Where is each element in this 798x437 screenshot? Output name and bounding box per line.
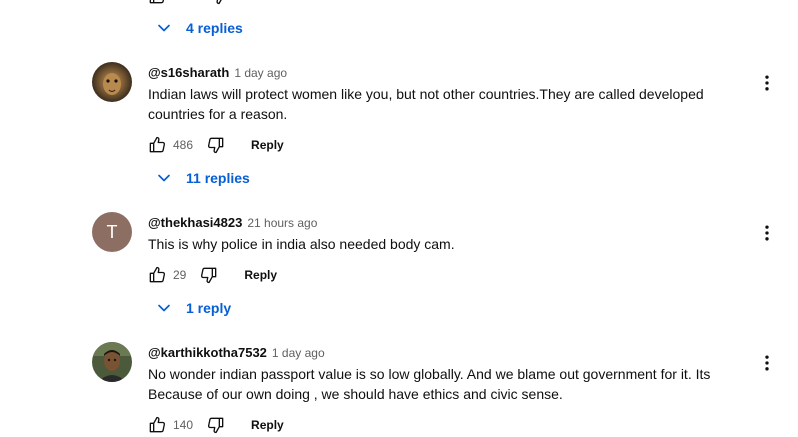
avatar[interactable]: T [92,212,132,252]
dislike-icon[interactable] [205,414,227,436]
comment-header: @s16sharath 1 day ago [148,65,287,80]
avatar[interactable] [92,342,132,382]
avatar-letter: T [106,221,118,242]
chevron-down-icon [158,24,170,32]
comment-author[interactable]: @s16sharath [148,65,229,80]
replies-label: 4 replies [186,20,243,36]
more-vert-icon [765,75,769,91]
comment-toolbar: 140 Reply [146,413,284,437]
reply-button[interactable]: Reply [244,268,277,282]
comment-toolbar: 486 Reply [146,133,284,157]
replies-label: 11 replies [186,170,250,186]
comment-toolbar: 29 Reply [146,263,277,287]
comment-time[interactable]: 1 day ago [234,66,287,80]
like-icon[interactable] [146,0,168,7]
dislike-icon[interactable] [205,134,227,156]
comment-author[interactable]: @karthikkotha7532 [148,345,267,360]
partial-toolbar [146,0,230,6]
reply-button[interactable]: Reply [251,418,284,432]
comment-time[interactable]: 1 day ago [272,346,325,360]
comment-text: Indian laws will protect women like you,… [148,86,704,122]
avatar[interactable] [92,62,132,102]
comment-header: @thekhasi4823 21 hours ago [148,215,317,230]
more-actions-button[interactable] [755,221,779,245]
chevron-down-icon [158,174,170,182]
comment-time[interactable]: 21 hours ago [247,216,317,230]
comment-header: @karthikkotha7532 1 day ago [148,345,325,360]
more-vert-icon [765,225,769,241]
replies-toggle-button[interactable]: 1 reply [146,293,239,323]
more-actions-button[interactable] [755,351,779,375]
dislike-icon[interactable] [198,264,220,286]
reply-button[interactable]: Reply [251,138,284,152]
like-count: 140 [173,418,194,432]
comment-text: No wonder indian passport value is so lo… [148,366,711,402]
dislike-icon[interactable] [208,0,230,7]
more-vert-icon [765,355,769,371]
comment-author[interactable]: @thekhasi4823 [148,215,242,230]
like-count: 486 [173,138,194,152]
like-count: 29 [173,268,187,282]
chevron-down-icon [158,304,170,312]
like-icon[interactable] [146,414,168,436]
like-icon[interactable] [146,264,168,286]
replies-toggle-button[interactable]: 4 replies [146,13,251,43]
more-actions-button[interactable] [755,71,779,95]
like-icon[interactable] [146,134,168,156]
replies-toggle-button[interactable]: 11 replies [146,163,258,193]
comment-text: This is why police in india also needed … [148,236,455,252]
replies-label: 1 reply [186,300,232,316]
